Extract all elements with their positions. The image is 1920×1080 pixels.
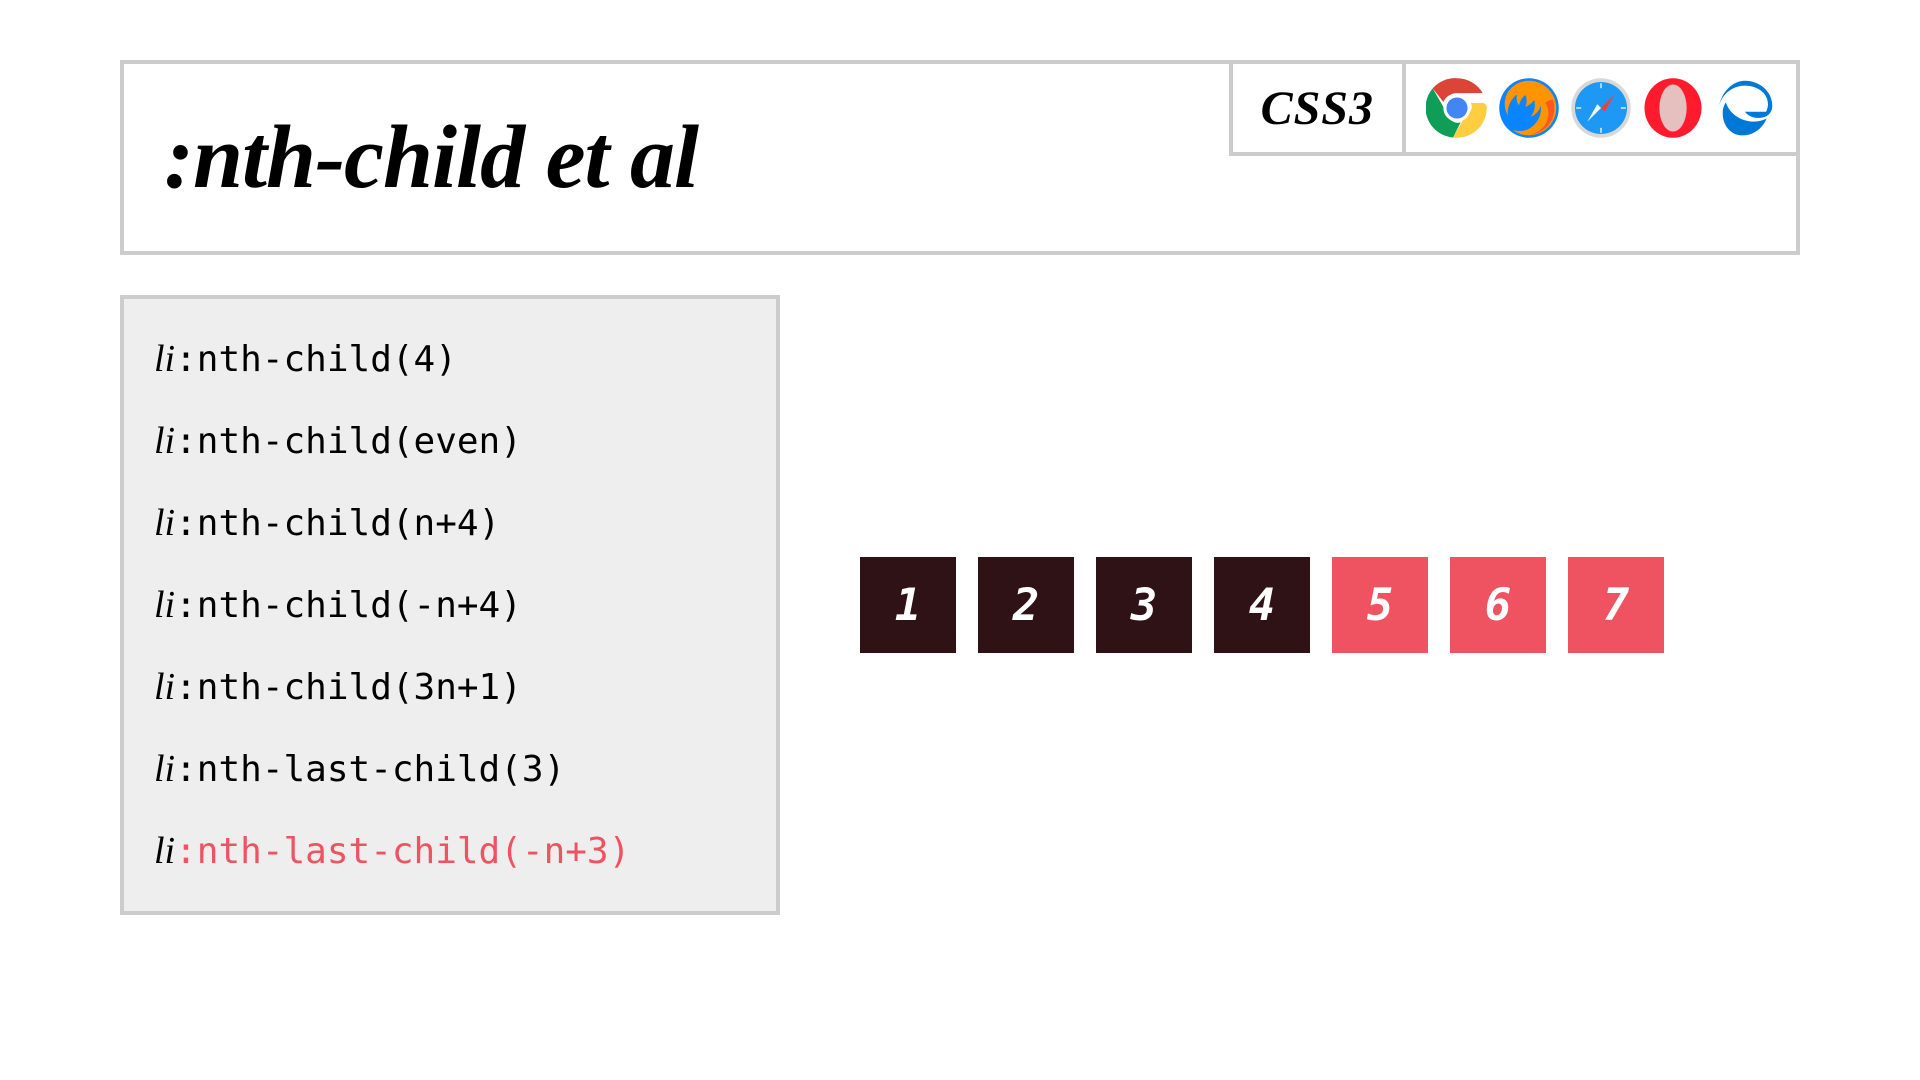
box-row: 1 2 3 4 5 6 7 [860, 557, 1664, 653]
code-pseudo: :nth-last-child(3) [175, 749, 565, 790]
code-element: li [154, 584, 175, 626]
code-element: li [154, 748, 175, 790]
code-pseudo: :nth-last-child(-n+3) [175, 831, 630, 872]
list-item: 1 [860, 557, 956, 653]
code-element: li [154, 502, 175, 544]
code-element: li [154, 338, 175, 380]
code-pseudo: :nth-child(-n+4) [175, 585, 522, 626]
browser-support-row [1402, 64, 1796, 156]
slide-header: :nth-child et al CSS3 [120, 60, 1800, 255]
code-line: li:nth-last-child(3) [154, 747, 746, 791]
list-item: 3 [1096, 557, 1192, 653]
code-line: li:nth-child(4) [154, 337, 746, 381]
edge-icon [1714, 77, 1776, 139]
code-pseudo: :nth-child(n+4) [175, 503, 500, 544]
code-line: li:nth-child(-n+4) [154, 583, 746, 627]
code-line: li:nth-child(3n+1) [154, 665, 746, 709]
slide-title: :nth-child et al [164, 106, 698, 209]
title-cell: :nth-child et al [124, 64, 1229, 251]
badge-label: CSS3 [1261, 81, 1374, 136]
code-panel: li:nth-child(4) li:nth-child(even) li:nt… [120, 295, 780, 915]
demo-area: 1 2 3 4 5 6 7 [860, 295, 1800, 915]
code-pseudo: :nth-child(3n+1) [175, 667, 522, 708]
code-line: li:nth-child(n+4) [154, 501, 746, 545]
css-version-badge: CSS3 [1229, 64, 1402, 156]
list-item-selected: 7 [1568, 557, 1664, 653]
code-pseudo: :nth-child(even) [175, 421, 522, 462]
firefox-icon [1498, 77, 1560, 139]
safari-icon [1570, 77, 1632, 139]
opera-icon [1642, 77, 1704, 139]
list-item-selected: 6 [1450, 557, 1546, 653]
slide: :nth-child et al CSS3 li:nth-child(4 [0, 0, 1920, 1080]
code-element: li [154, 666, 175, 708]
code-element: li [154, 420, 175, 462]
slide-body: li:nth-child(4) li:nth-child(even) li:nt… [120, 295, 1800, 915]
code-element: li [154, 830, 175, 872]
list-item-selected: 5 [1332, 557, 1428, 653]
code-line: li:nth-child(even) [154, 419, 746, 463]
code-pseudo: :nth-child(4) [175, 339, 457, 380]
chrome-icon [1426, 77, 1488, 139]
list-item: 4 [1214, 557, 1310, 653]
list-item: 2 [978, 557, 1074, 653]
code-line-active: li:nth-last-child(-n+3) [154, 829, 746, 873]
